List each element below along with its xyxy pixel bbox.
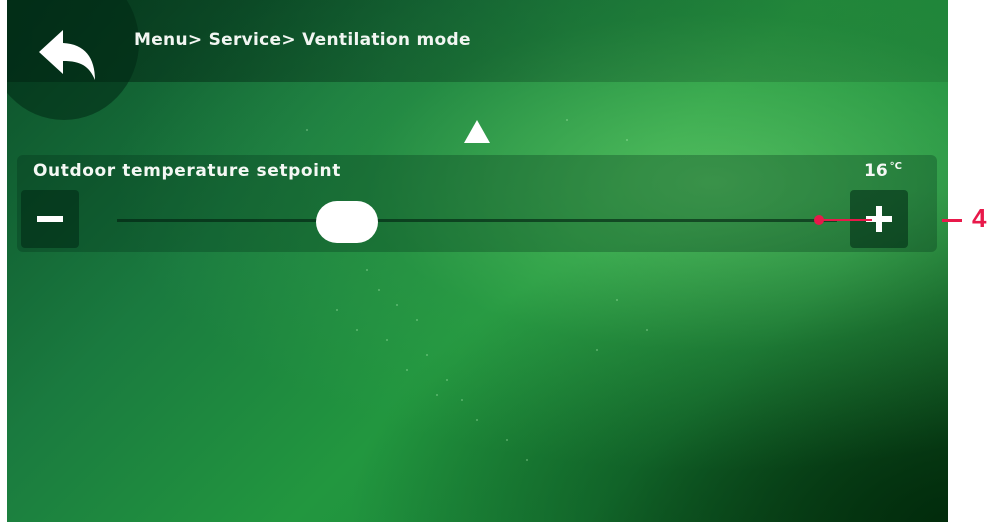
slider-thumb[interactable] [316,201,379,243]
back-button[interactable] [29,18,109,88]
setting-label: Outdoor temperature setpoint [33,161,341,181]
callout-leader-line [822,219,872,221]
setting-value: 16 [864,161,888,181]
setting-value-display: 16 °C [864,161,902,181]
slider-fill [117,219,347,222]
breadcrumb: Menu> Service> Ventilation mode [134,30,471,50]
up-triangle-icon [464,120,490,143]
decrease-button[interactable] [21,190,79,248]
device-screen: Menu> Service> Ventilation mode Outdoor … [7,0,948,522]
slider-track[interactable] [117,219,837,222]
minus-icon [37,216,63,222]
back-arrow-icon [39,30,95,80]
callout-dash [942,219,962,222]
callout-number: 4 [972,203,987,233]
scroll-up-button[interactable] [462,118,492,146]
setting-unit: °C [889,161,903,173]
